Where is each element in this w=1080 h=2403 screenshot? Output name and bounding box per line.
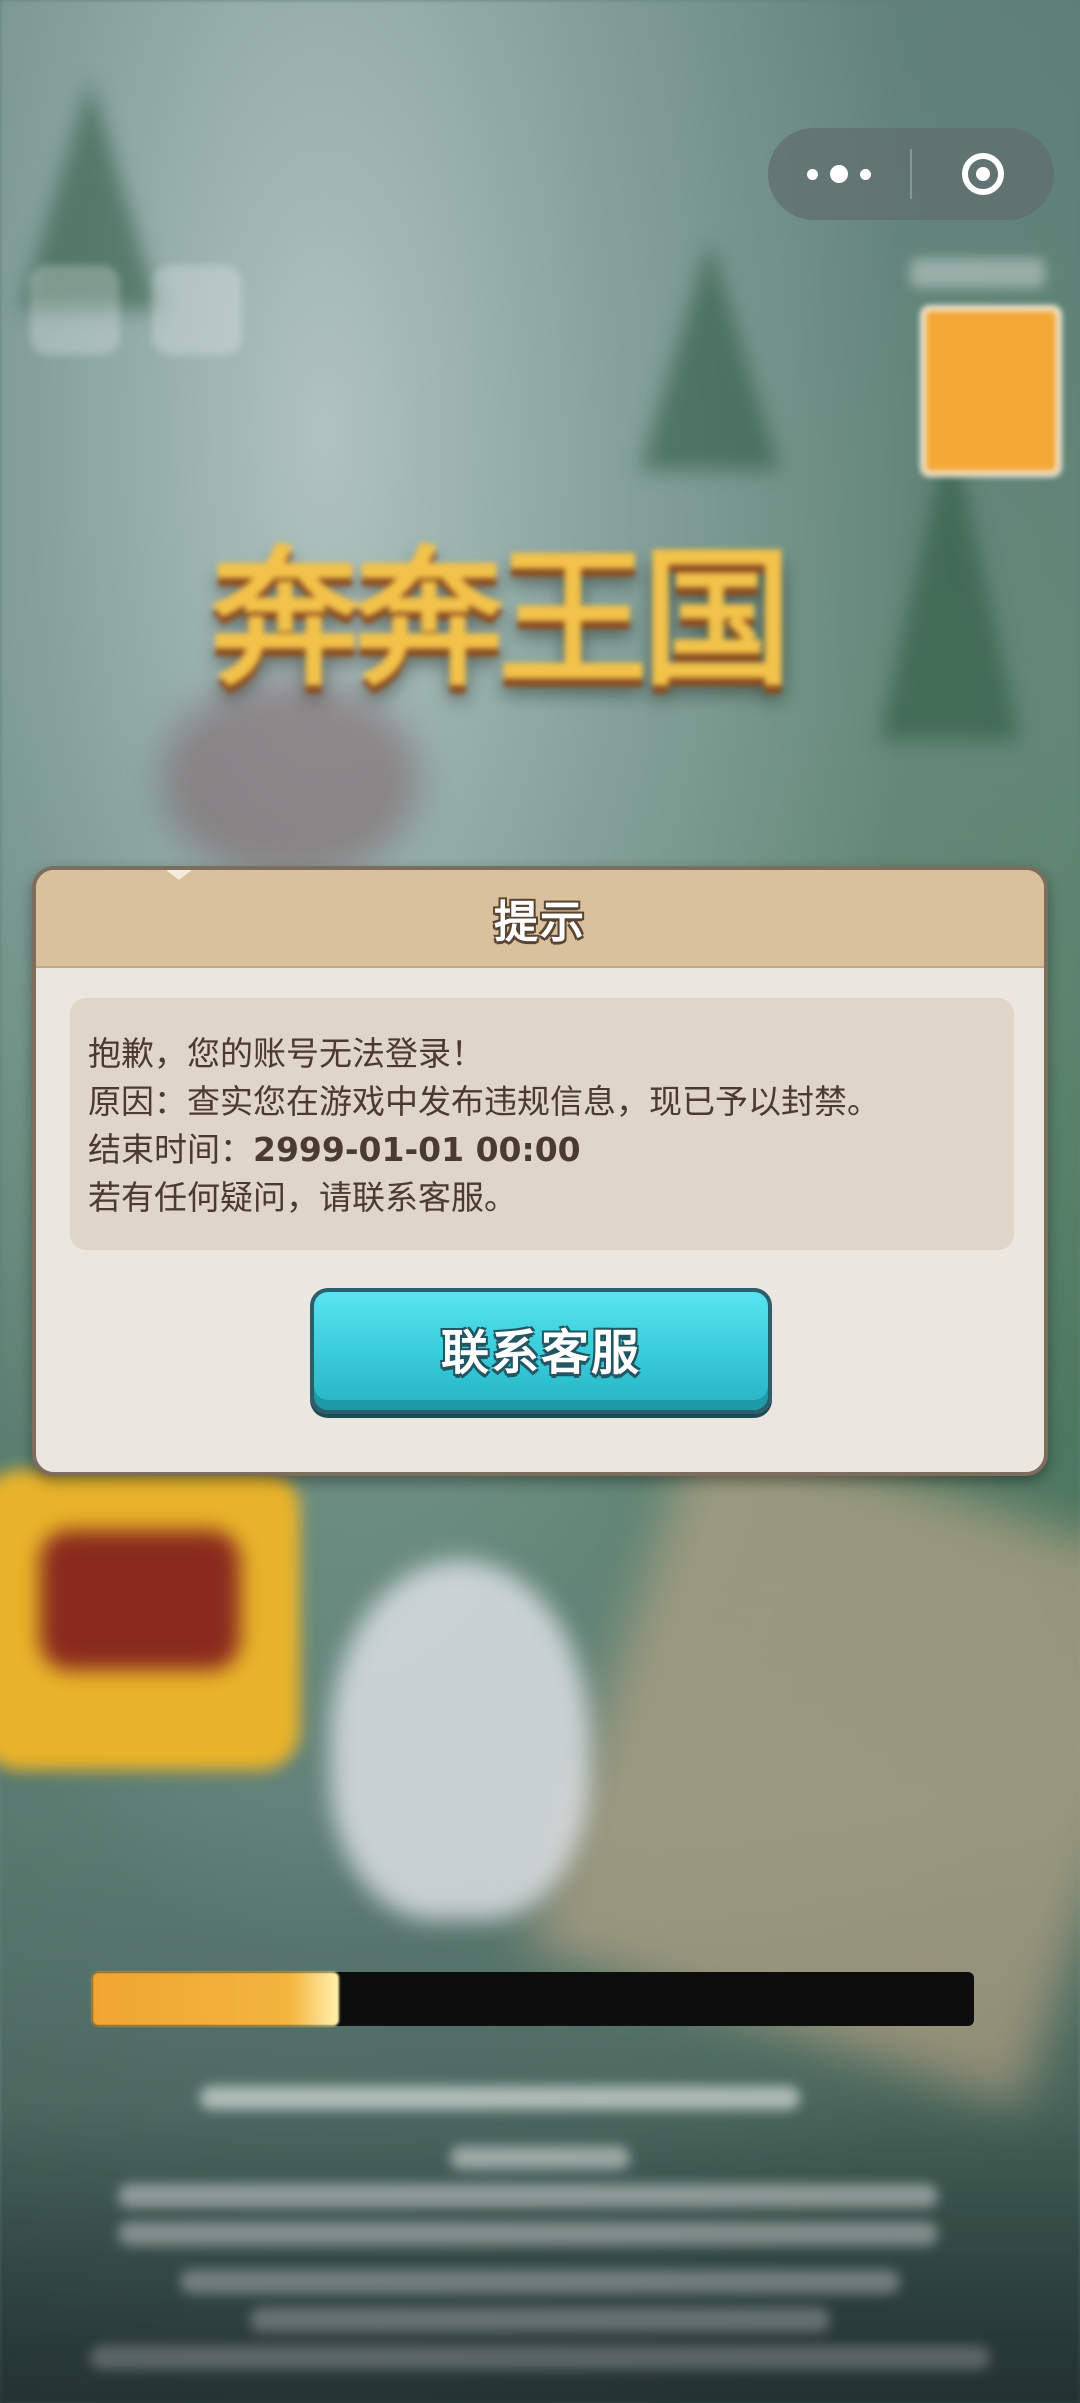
more-button[interactable] xyxy=(768,128,910,220)
message-line-end-time: 结束时间：2999-01-01 00:00 xyxy=(88,1126,1014,1174)
blurred-badge-caption xyxy=(910,258,1045,288)
blurred-game-icon xyxy=(152,265,242,355)
bottom-fade xyxy=(0,2100,1080,2403)
loading-progress-fill xyxy=(92,1972,339,2026)
contact-support-button[interactable]: 联系客服 xyxy=(310,1288,772,1414)
message-box: 抱歉，您的账号无法登录！ 原因：查实您在游戏中发布违规信息，现已予以封禁。 结束… xyxy=(70,998,1014,1250)
close-button[interactable] xyxy=(912,128,1054,220)
game-logo: 奔奔王国 xyxy=(210,533,792,707)
close-target-icon xyxy=(962,153,1004,195)
blurred-side-badge xyxy=(920,305,1062,477)
message-line-apology: 抱歉，您的账号无法登录！ xyxy=(88,1034,484,1073)
blurred-horse xyxy=(330,1560,590,1920)
background-tree xyxy=(640,240,780,470)
more-dots-icon-end xyxy=(860,168,871,180)
blurred-game-icon xyxy=(30,265,120,355)
more-dots-icon xyxy=(807,168,818,180)
dialog-title: 提示 xyxy=(494,897,586,948)
more-dots-icon-center xyxy=(830,165,848,183)
message-line-reason: 原因：查实您在游戏中发布违规信息，现已予以封禁。 xyxy=(88,1082,880,1121)
miniprogram-capsule xyxy=(768,128,1054,220)
dialog-header: 提示 xyxy=(36,870,1044,968)
notice-dialog: 提示 抱歉，您的账号无法登录！ 原因：查实您在游戏中发布违规信息，现已予以封禁。… xyxy=(32,866,1048,1476)
message-line-contact: 若有任何疑问，请联系客服。 xyxy=(88,1178,517,1217)
end-time-label: 结束时间： xyxy=(88,1130,253,1169)
loading-progress-bar xyxy=(92,1972,974,2026)
end-time-value: 2999-01-01 00:00 xyxy=(253,1130,581,1169)
blurred-crown-inner xyxy=(40,1530,240,1670)
contact-support-label: 联系客服 xyxy=(440,1325,641,1381)
